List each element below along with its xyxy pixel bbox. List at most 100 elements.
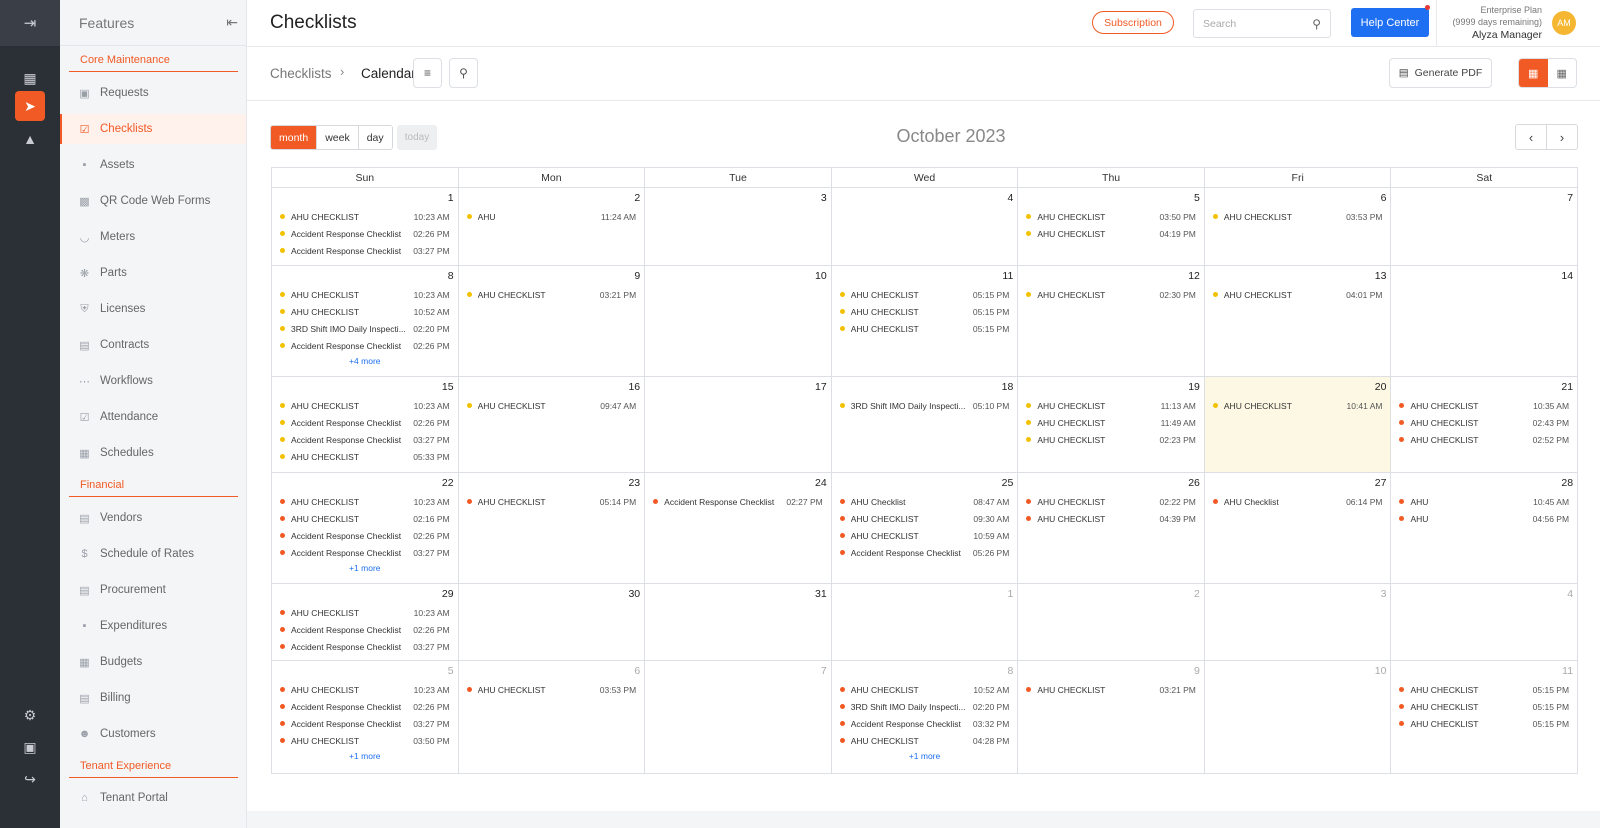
calendar-day-cell[interactable]: 21 AHU CHECKLIST 10:35 AM AHU CHECKLIST 02:4… xyxy=(1390,377,1577,472)
calendar-event[interactable]: AHU CHECKLIST 03:21 PM xyxy=(459,286,645,303)
calendar-event[interactable]: AHU CHECKLIST 10:35 AM xyxy=(1391,397,1577,414)
maintenance-icon[interactable]: ➤ xyxy=(15,91,45,121)
calendar-event[interactable]: AHU CHECKLIST 02:22 PM xyxy=(1018,493,1204,510)
search-input[interactable]: Search ⚲ xyxy=(1193,9,1331,38)
calendar-event[interactable]: AHU 11:24 AM xyxy=(459,208,645,225)
calendar-day-cell[interactable]: 18 3RD Shift IMO Daily Inspecti... 05:10 P… xyxy=(830,377,1018,472)
calendar-event[interactable]: AHU CHECKLIST 10:41 AM xyxy=(1205,397,1391,414)
calendar-event[interactable]: AHU CHECKLIST 05:15 PM xyxy=(1391,681,1577,698)
calendar-day-cell[interactable]: 4 xyxy=(1390,584,1577,660)
table-view-icon[interactable]: ▦ xyxy=(1548,59,1577,87)
calendar-event[interactable]: AHU CHECKLIST 02:43 PM xyxy=(1391,414,1577,431)
sidebar-item-customers[interactable]: ☻ Customers xyxy=(60,719,246,749)
calendar-event[interactable]: AHU CHECKLIST 02:16 PM xyxy=(272,510,458,527)
subscription-button[interactable]: Subscription xyxy=(1092,11,1174,34)
calendar-event[interactable]: Accident Response Checklist 03:32 PM xyxy=(832,715,1018,732)
calendar-event[interactable]: AHU CHECKLIST 11:13 AM xyxy=(1018,397,1204,414)
calendar-day-cell[interactable]: 7 xyxy=(1390,188,1577,265)
calendar-event[interactable]: Accident Response Checklist 02:27 PM xyxy=(645,493,831,510)
calendar-event[interactable]: Accident Response Checklist 02:26 PM xyxy=(272,527,458,544)
calendar-event[interactable]: AHU CHECKLIST 04:39 PM xyxy=(1018,510,1204,527)
calendar-event[interactable]: Accident Response Checklist 02:26 PM xyxy=(272,414,458,431)
more-events-link[interactable]: +1 more xyxy=(832,749,1018,764)
calendar-event[interactable]: AHU CHECKLIST 04:19 PM xyxy=(1018,225,1204,242)
more-events-link[interactable]: +1 more xyxy=(272,561,458,576)
calendar-day-cell[interactable]: 4 xyxy=(830,188,1018,265)
calendar-event[interactable]: AHU CHECKLIST 03:53 PM xyxy=(459,681,645,698)
calendar-event[interactable]: AHU CHECKLIST 10:23 AM xyxy=(272,604,458,621)
calendar-event[interactable]: 3RD Shift IMO Daily Inspecti... 02:20 PM xyxy=(272,320,458,337)
calendar-event[interactable]: AHU CHECKLIST 10:23 AM xyxy=(272,681,458,698)
calendar-day-cell[interactable]: 20 AHU CHECKLIST 10:41 AM xyxy=(1203,377,1391,472)
calendar-event[interactable]: AHU CHECKLIST 09:30 AM xyxy=(832,510,1018,527)
calendar-event[interactable]: AHU Checklist 08:47 AM xyxy=(832,493,1018,510)
calendar-event[interactable]: Accident Response Checklist 02:26 PM xyxy=(272,621,458,638)
calendar-day-cell[interactable]: 24 Accident Response Checklist 02:27 PM xyxy=(644,473,831,583)
settings-icon[interactable]: ⚙ xyxy=(15,700,45,730)
calendar-day-cell[interactable]: 30 xyxy=(457,584,645,660)
calendar-event[interactable]: 3RD Shift IMO Daily Inspecti... 02:20 PM xyxy=(832,698,1018,715)
calendar-event[interactable]: AHU 10:45 AM xyxy=(1391,493,1577,510)
calendar-event[interactable]: AHU CHECKLIST 02:30 PM xyxy=(1018,286,1204,303)
calendar-event[interactable]: 3RD Shift IMO Daily Inspecti... 05:10 PM xyxy=(832,397,1018,414)
cube-icon[interactable]: ▣ xyxy=(15,732,45,762)
calendar-day-cell[interactable]: 29 AHU CHECKLIST 10:23 AM Accident Response… xyxy=(272,584,458,660)
calendar-day-cell[interactable]: 5 AHU CHECKLIST 10:23 AM Accident Response … xyxy=(272,661,458,773)
avatar[interactable]: AM xyxy=(1552,11,1576,35)
calendar-event[interactable]: AHU CHECKLIST 10:23 AM xyxy=(272,208,458,225)
calendar-day-cell[interactable]: 19 AHU CHECKLIST 11:13 AM AHU CHECKLIST 11:4… xyxy=(1017,377,1204,472)
calendar-day-cell[interactable]: 9 AHU CHECKLIST 03:21 PM xyxy=(457,266,645,376)
calendar-day-cell[interactable]: 17 xyxy=(644,377,831,472)
sidebar-item-contracts[interactable]: ▤ Contracts xyxy=(60,330,246,360)
calendar-day-cell[interactable]: 31 xyxy=(644,584,831,660)
calendar-event[interactable]: AHU CHECKLIST 03:50 PM xyxy=(1018,208,1204,225)
sidebar-item-vendors[interactable]: ▤ Vendors xyxy=(60,503,246,533)
calendar-event[interactable]: Accident Response Checklist 03:27 PM xyxy=(272,431,458,448)
sidebar-item-schedules[interactable]: ▦ Schedules xyxy=(60,438,246,468)
calendar-event[interactable]: Accident Response Checklist 05:26 PM xyxy=(832,544,1018,561)
calendar-event[interactable]: AHU CHECKLIST 05:15 PM xyxy=(832,303,1018,320)
calendar-event[interactable]: AHU CHECKLIST 10:23 AM xyxy=(272,493,458,510)
calendar-day-cell[interactable]: 2 xyxy=(1017,584,1204,660)
calendar-event[interactable]: Accident Response Checklist 03:27 PM xyxy=(272,638,458,655)
sidebar-item-workflows[interactable]: ⋯ Workflows xyxy=(60,366,246,396)
calendar-event[interactable]: AHU 04:56 PM xyxy=(1391,510,1577,527)
calendar-day-cell[interactable]: 12 AHU CHECKLIST 02:30 PM xyxy=(1017,266,1204,376)
sidebar-item-procurement[interactable]: ▤ Procurement xyxy=(60,575,246,605)
calendar-day-cell[interactable]: 10 xyxy=(1203,661,1391,773)
calendar-day-cell[interactable]: 13 AHU CHECKLIST 04:01 PM xyxy=(1203,266,1391,376)
calendar-event[interactable]: Accident Response Checklist 03:27 PM xyxy=(272,544,458,561)
expand-menu-icon[interactable]: ⇥ xyxy=(0,0,60,46)
more-events-link[interactable]: +4 more xyxy=(272,354,458,369)
filter-button[interactable]: ≡ xyxy=(413,58,442,88)
calendar-day-cell[interactable]: 1 AHU CHECKLIST 10:23 AM Accident Response … xyxy=(272,188,458,265)
calendar-event[interactable]: AHU CHECKLIST 03:50 PM xyxy=(272,732,458,749)
calendar-view-icon[interactable]: ▦ xyxy=(1519,59,1548,87)
generate-pdf-button[interactable]: ▤ Generate PDF xyxy=(1389,58,1492,88)
calendar-event[interactable]: AHU Checklist 06:14 PM xyxy=(1205,493,1391,510)
calendar-event[interactable]: Accident Response Checklist 02:26 PM xyxy=(272,225,458,242)
calendar-event[interactable]: Accident Response Checklist 02:26 PM xyxy=(272,698,458,715)
calendar-event[interactable]: AHU CHECKLIST 04:28 PM xyxy=(832,732,1018,749)
sidebar-item-expenditures[interactable]: ▪ Expenditures xyxy=(60,611,246,641)
calendar-event[interactable]: AHU CHECKLIST 02:52 PM xyxy=(1391,431,1577,448)
sidebar-item-billing[interactable]: ▤ Billing xyxy=(60,683,246,713)
calendar-day-cell[interactable]: 28 AHU 10:45 AM AHU 04:56 PM xyxy=(1390,473,1577,583)
calendar-event[interactable]: AHU CHECKLIST 10:23 AM xyxy=(272,286,458,303)
sidebar-item-requests[interactable]: ▣ Requests xyxy=(60,78,246,108)
calendar-day-cell[interactable]: 1 xyxy=(830,584,1018,660)
calendar-event[interactable]: Accident Response Checklist 03:27 PM xyxy=(272,242,458,259)
calendar-day-cell[interactable]: 7 xyxy=(644,661,831,773)
logout-icon[interactable]: ↪ xyxy=(15,764,45,794)
calendar-day-cell[interactable]: 23 AHU CHECKLIST 05:14 PM xyxy=(457,473,645,583)
sidebar-item-parts[interactable]: ❋ Parts xyxy=(60,258,246,288)
calendar-event[interactable]: AHU CHECKLIST 03:21 PM xyxy=(1018,681,1204,698)
calendar-day-cell[interactable]: 6 AHU CHECKLIST 03:53 PM xyxy=(457,661,645,773)
calendar-day-cell[interactable]: 2 AHU 11:24 AM xyxy=(457,188,645,265)
calendar-event[interactable]: AHU CHECKLIST 04:01 PM xyxy=(1205,286,1391,303)
sidebar-item-meters[interactable]: ◡ Meters xyxy=(60,222,246,252)
calendar-day-cell[interactable]: 5 AHU CHECKLIST 03:50 PM AHU CHECKLIST 04:19… xyxy=(1017,188,1204,265)
calendar-day-cell[interactable]: 3 xyxy=(1203,584,1391,660)
calendar-event[interactable]: Accident Response Checklist 02:26 PM xyxy=(272,337,458,354)
sidebar-item-schedule-of-rates[interactable]: $ Schedule of Rates xyxy=(60,539,246,569)
